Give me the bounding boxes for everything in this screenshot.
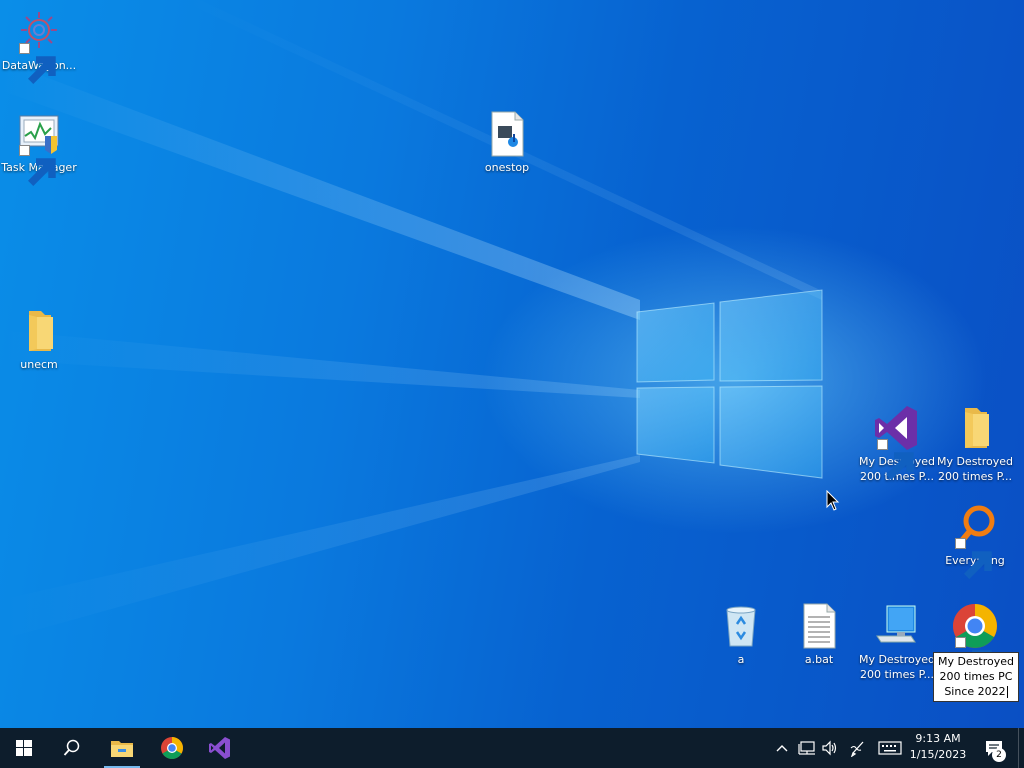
speaker-icon xyxy=(822,740,837,756)
network-tray-button[interactable] xyxy=(795,728,819,768)
taskbar-file-explorer[interactable] xyxy=(98,728,146,768)
show-hidden-icons-button[interactable] xyxy=(772,728,792,768)
desktop-icon-label: onestop xyxy=(484,161,530,174)
desktop-icon-unecm[interactable]: unecm xyxy=(0,307,79,372)
desktop-icon-vs-shortcut[interactable]: My Destroyed 200 times P... xyxy=(857,404,937,484)
folder-icon xyxy=(15,307,63,355)
clock[interactable]: 9:13 AM 1/15/2023 xyxy=(900,731,976,763)
recycle-bin-icon xyxy=(717,602,765,650)
desktop-icon-label: My Destroyed 200 times P... xyxy=(858,653,936,681)
computer-icon xyxy=(873,602,921,650)
windows-start-icon xyxy=(16,740,32,756)
pen-workspace-button[interactable] xyxy=(845,728,871,768)
file-explorer-icon xyxy=(111,741,133,757)
desktop-icon-recycle-bin[interactable]: a xyxy=(701,602,781,667)
shortcut-arrow-icon xyxy=(955,538,992,579)
taskbar-chrome[interactable] xyxy=(148,728,196,768)
start-button[interactable] xyxy=(0,728,48,768)
desktop-icon-label: unecm xyxy=(20,358,58,371)
shortcut-arrow-icon xyxy=(19,43,56,84)
chrome-icon xyxy=(951,602,999,678)
desktop-icon-a-bat[interactable]: a.bat xyxy=(779,602,859,667)
desktop-icon-label: My Destroyed 200 times P... xyxy=(936,455,1014,483)
text-file-icon xyxy=(795,602,843,650)
desktop-icon-task-manager[interactable]: Task Manager xyxy=(0,110,79,186)
folder-icon xyxy=(951,404,999,452)
desktop-icon-datawagon[interactable]: DataWagon... xyxy=(0,8,79,84)
desktop-icon-chrome-shortcut[interactable] xyxy=(935,602,1015,678)
search-button[interactable] xyxy=(48,728,96,768)
everything-search-icon xyxy=(951,503,999,579)
desktop-icon-label: a.bat xyxy=(804,653,834,666)
clock-time: 9:13 AM xyxy=(915,732,961,745)
media-file-icon xyxy=(483,110,531,158)
desktop-icon-everything[interactable]: Everything xyxy=(935,503,1015,579)
action-center-button[interactable] xyxy=(978,728,1010,768)
desktop-icon-onestop[interactable]: onestop xyxy=(467,110,547,175)
clock-date: 1/15/2023 xyxy=(909,748,967,761)
chrome-icon xyxy=(161,737,183,759)
task-manager-icon xyxy=(15,110,63,186)
shortcut-arrow-icon xyxy=(19,145,56,186)
rename-text: My Destroyed 200 times PC Since 2022 xyxy=(937,655,1015,698)
desktop[interactable]: DataWagon... Task Manager onestop unecm … xyxy=(0,0,1024,728)
notification-count-badge: 2 xyxy=(992,748,1006,762)
datawagon-gear-icon xyxy=(15,8,63,84)
search-icon xyxy=(63,739,80,756)
taskbar-visual-studio[interactable] xyxy=(196,728,244,768)
desktop-icon-label: a xyxy=(737,653,745,666)
network-icon xyxy=(798,741,815,755)
mouse-cursor-icon xyxy=(826,490,840,511)
show-desktop-button[interactable] xyxy=(1018,728,1024,768)
text-caret xyxy=(1006,686,1008,698)
desktop-icon-folder-shortcut[interactable]: My Destroyed 200 times P... xyxy=(935,404,1015,484)
pen-icon xyxy=(850,741,864,757)
visual-studio-icon xyxy=(209,737,230,759)
shortcut-arrow-icon xyxy=(877,439,914,480)
chevron-up-icon xyxy=(776,745,788,752)
shortcut-arrow-icon xyxy=(955,637,992,678)
keyboard-icon xyxy=(878,741,902,755)
desktop-icon-pc-shortcut[interactable]: My Destroyed 200 times P... xyxy=(857,602,937,682)
taskbar: 9:13 AM 1/15/2023 xyxy=(0,728,1024,768)
visual-studio-icon xyxy=(873,404,921,480)
volume-tray-button[interactable] xyxy=(819,728,841,768)
rename-text-field[interactable]: My Destroyed 200 times PC Since 2022 xyxy=(933,652,1019,702)
